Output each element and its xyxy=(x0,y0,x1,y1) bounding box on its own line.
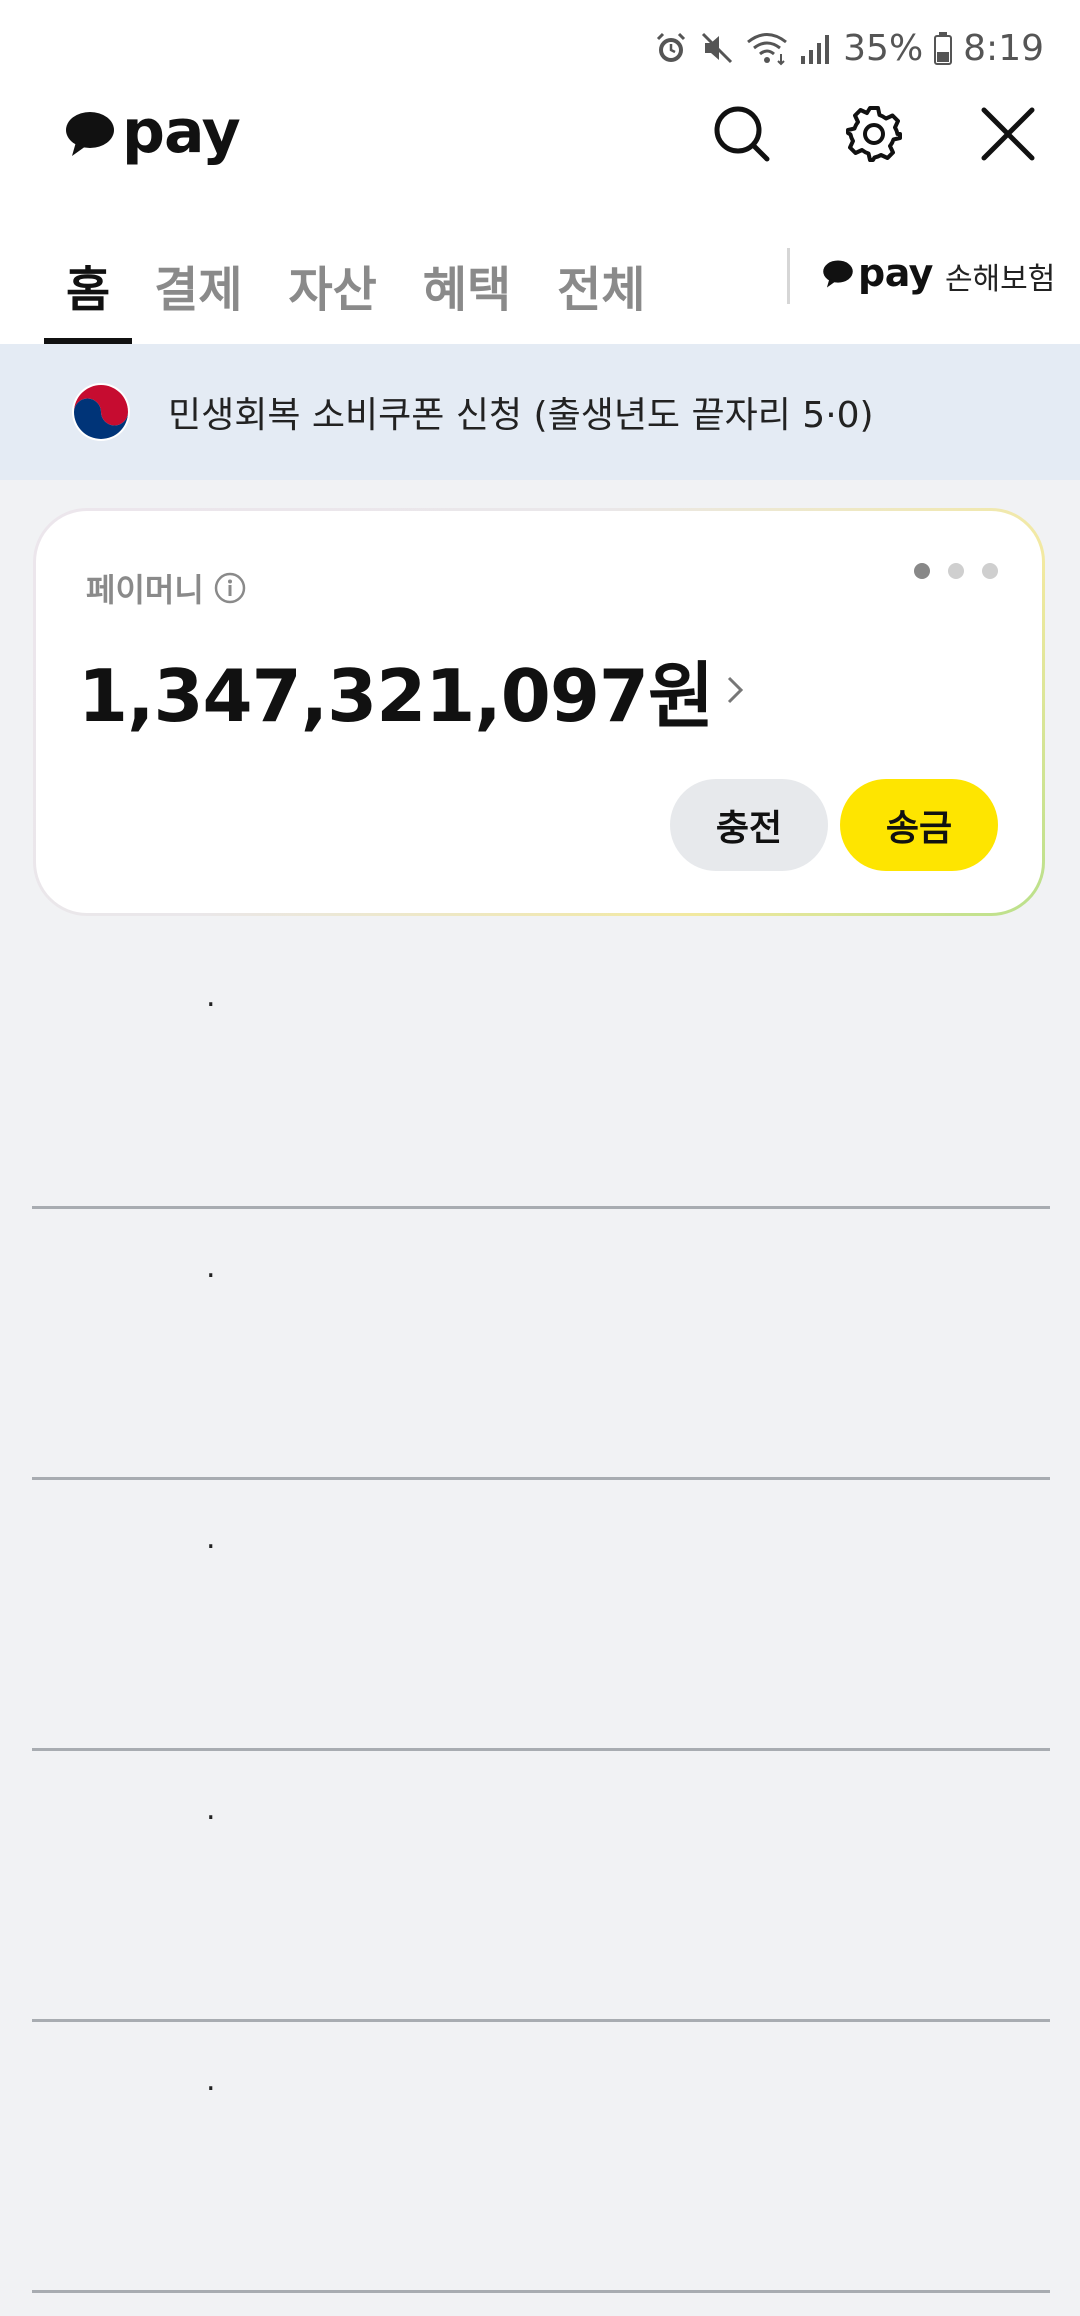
list-item-text: . xyxy=(206,1792,216,1827)
search-icon xyxy=(713,105,771,167)
pay-money-card: 페이머니 1,347,321,097원 충전 송금 xyxy=(33,508,1045,916)
page-dot xyxy=(982,563,998,579)
list-item-text: . xyxy=(206,2063,216,2098)
alarm-icon xyxy=(653,30,689,66)
speech-bubble-icon xyxy=(822,259,854,293)
top-area: 35% 8:19 pay 홈 결제 자산 혜택 전체 pay 손해보험 xyxy=(0,0,1080,344)
list-item-text: . xyxy=(206,979,216,1014)
pay-money-card-body: 페이머니 1,347,321,097원 충전 송금 xyxy=(36,511,1042,913)
close-icon xyxy=(980,106,1036,166)
tab-home[interactable]: 홈 xyxy=(44,236,133,344)
mute-icon xyxy=(699,30,735,66)
speech-bubble-icon xyxy=(64,110,116,162)
page-dot xyxy=(948,563,964,579)
logo-text: pay xyxy=(122,97,241,167)
banner-text: 민생회복 소비쿠폰 신청 (출생년도 끝자리 5·0) xyxy=(168,395,874,436)
korea-emblem-icon xyxy=(70,381,132,443)
list-item[interactable]: . xyxy=(32,2022,1050,2293)
signal-icon xyxy=(799,30,833,66)
tab-divider xyxy=(787,248,790,304)
close-button[interactable] xyxy=(976,104,1040,168)
page-dot xyxy=(914,563,930,579)
kakaopay-logo: pay xyxy=(64,97,241,172)
list-item[interactable]: . xyxy=(32,1480,1050,1751)
tab-all[interactable]: 전체 xyxy=(557,236,645,344)
insurance-label: 손해보험 xyxy=(944,262,1056,297)
list-item[interactable]: . xyxy=(32,938,1050,1209)
content-list: . . . . . xyxy=(32,938,1050,2293)
chevron-right-icon xyxy=(725,672,745,708)
tab-assets[interactable]: 자산 xyxy=(289,236,377,344)
list-item-text: . xyxy=(206,1250,216,1285)
wifi-icon xyxy=(745,30,789,66)
clock: 8:19 xyxy=(963,27,1044,69)
pay-insurance-link[interactable]: pay 손해보험 xyxy=(822,246,1055,306)
list-item[interactable]: . xyxy=(32,1751,1050,2022)
battery-icon xyxy=(933,30,953,66)
search-button[interactable] xyxy=(710,104,774,168)
gear-icon xyxy=(844,104,904,168)
settings-button[interactable] xyxy=(842,104,906,168)
tab-payment[interactable]: 결제 xyxy=(154,236,242,344)
info-icon[interactable] xyxy=(214,572,246,604)
charge-button[interactable]: 충전 xyxy=(670,779,828,871)
list-item[interactable]: . xyxy=(32,1209,1050,1480)
pay-money-label: 페이머니 xyxy=(86,571,204,609)
balance-link[interactable]: 1,347,321,097원 xyxy=(78,637,745,742)
coupon-banner[interactable]: 민생회복 소비쿠폰 신청 (출생년도 끝자리 5·0) xyxy=(0,344,1080,480)
insurance-logo-text: pay xyxy=(858,251,933,295)
send-button[interactable]: 송금 xyxy=(840,779,998,871)
status-bar: 35% 8:19 xyxy=(653,22,1044,74)
tab-benefits[interactable]: 혜택 xyxy=(423,236,511,344)
battery-percent: 35% xyxy=(843,27,924,69)
list-item-text: . xyxy=(206,1521,216,1556)
balance-amount: 1,347,321,097원 xyxy=(78,654,714,738)
pay-money-label-row: 페이머니 xyxy=(86,565,246,611)
main-tabs: 홈 결제 자산 혜택 전체 xyxy=(44,236,691,344)
card-page-indicator xyxy=(914,563,998,579)
